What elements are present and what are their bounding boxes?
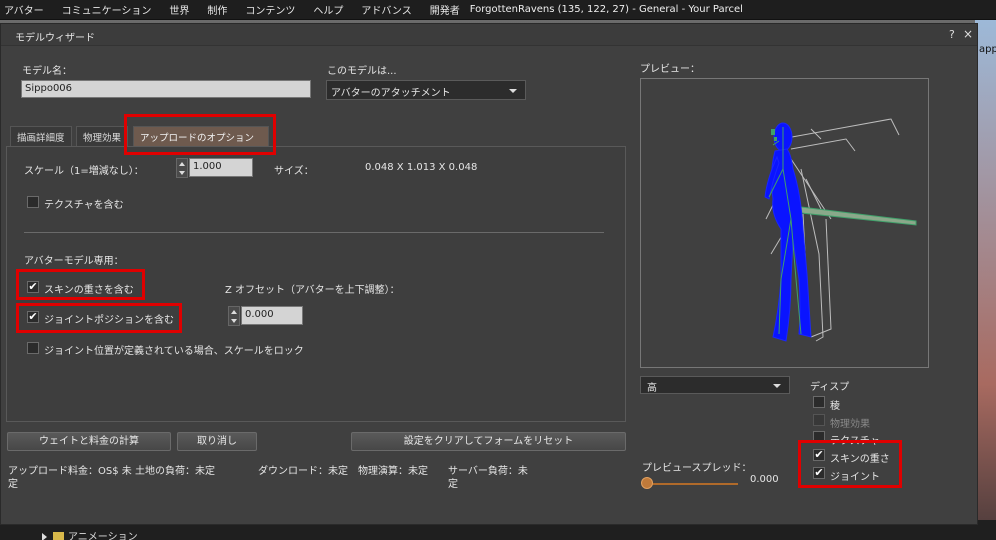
include-joint-positions-checkbox[interactable]: ✔ xyxy=(27,311,39,323)
model-name-input[interactable]: Sippo006 xyxy=(21,80,311,98)
model-name-label: モデル名： xyxy=(22,66,72,77)
window-title: モデルウィザード xyxy=(15,33,95,44)
tab-physics[interactable]: 物理効果 xyxy=(76,126,128,146)
calculate-weights-button[interactable]: ウェイトと料金の計算 xyxy=(7,432,171,451)
preview-spread-slider-handle[interactable] xyxy=(641,477,653,489)
size-label: サイズ： xyxy=(274,166,314,177)
folder-icon xyxy=(53,532,64,540)
lock-scale-checkbox[interactable] xyxy=(27,342,39,354)
z-offset-label: Z オフセット（アバターを上下調整）： xyxy=(225,285,400,296)
preview-spread-label: プレビュースプレッド： xyxy=(642,463,752,474)
menu-build[interactable]: 制作 xyxy=(207,2,227,17)
preview-skin-weight-label: スキンの重さ xyxy=(830,454,890,465)
preview-skin-weight-checkbox[interactable]: ✔ xyxy=(813,449,825,461)
scale-stepper[interactable] xyxy=(176,158,188,178)
tab-lod[interactable]: 描画詳細度 xyxy=(10,126,72,146)
download-status: ダウンロード：未定 xyxy=(258,466,348,477)
highlight-box xyxy=(124,114,276,155)
model-type-value: アバターのアタッチメント xyxy=(331,88,451,99)
top-menu-bar: アバター コミュニケーション 世界 制作 コンテンツ ヘルプ アドバンス 開発者… xyxy=(0,0,996,20)
stepper-up-icon[interactable] xyxy=(231,310,237,314)
preview-quality-value: 高 xyxy=(647,383,657,394)
world-view-strip xyxy=(975,20,996,540)
menu-communication[interactable]: コミュニケーション xyxy=(62,2,152,17)
upload-fee-status-cont: 定 xyxy=(8,479,18,490)
preview-spread-slider-track[interactable] xyxy=(644,483,738,485)
include-skin-weight-label: スキンの重さを含む xyxy=(44,285,134,296)
cancel-button[interactable]: 取り消し xyxy=(177,432,257,451)
z-offset-input[interactable]: 0.000 xyxy=(241,306,303,325)
physics-label: 物理効果 xyxy=(830,419,870,430)
chevron-down-icon xyxy=(509,89,517,93)
avatar-preview-image xyxy=(764,118,917,342)
model-type-dropdown[interactable]: アバターのアタッチメント xyxy=(326,80,526,100)
close-button[interactable]: × xyxy=(963,27,973,41)
background-text: app xyxy=(979,44,996,55)
section-divider xyxy=(24,232,604,233)
stepper-down-icon[interactable] xyxy=(179,171,185,175)
edges-checkbox[interactable] xyxy=(813,396,825,408)
model-preview-viewport[interactable] xyxy=(640,78,929,368)
include-textures-label: テクスチャを含む xyxy=(44,200,124,211)
include-joint-positions-label: ジョイントポジションを含む xyxy=(44,315,174,326)
preview-joints-label: ジョイント xyxy=(830,472,880,483)
preview-label: プレビュー： xyxy=(640,64,700,75)
lock-scale-label: ジョイント位置が定義されている場合、スケールをロック xyxy=(44,346,304,357)
avatar-section-label: アバターモデル専用： xyxy=(24,256,124,267)
location-readout[interactable]: ForgottenRavens (135, 122, 27) - General… xyxy=(470,4,743,15)
menu-world[interactable]: 世界 xyxy=(169,2,189,17)
preview-joints-checkbox[interactable]: ✔ xyxy=(813,467,825,479)
help-button[interactable]: ? xyxy=(949,28,955,41)
server-status-cont: 定 xyxy=(448,479,458,490)
scale-label: スケール（1=増減なし）： xyxy=(24,166,144,177)
stepper-down-icon[interactable] xyxy=(231,319,237,323)
z-offset-stepper[interactable] xyxy=(228,306,240,326)
menu-content[interactable]: コンテンツ xyxy=(245,2,295,17)
menu-help[interactable]: ヘルプ xyxy=(313,2,343,17)
chevron-down-icon xyxy=(773,384,781,388)
size-value: 0.048 X 1.013 X 0.048 xyxy=(365,162,478,173)
include-textures-checkbox[interactable] xyxy=(27,196,39,208)
preview-spread-value: 0.000 xyxy=(750,474,779,485)
preview-quality-dropdown[interactable]: 高 xyxy=(640,376,790,394)
model-type-label: このモデルは... xyxy=(327,66,397,77)
menu-avatar[interactable]: アバター xyxy=(4,2,44,17)
display-label: ディスプ xyxy=(810,382,850,393)
reset-form-button[interactable]: 設定をクリアしてフォームをリセット xyxy=(351,432,626,451)
physics-status: 物理演算：未定 xyxy=(358,466,428,477)
inventory-item-animation[interactable]: アニメーション xyxy=(42,528,138,540)
stepper-up-icon[interactable] xyxy=(179,162,185,166)
server-status: サーバー負荷：未 xyxy=(448,466,528,477)
menu-developer[interactable]: 開発者 xyxy=(430,2,460,17)
physics-checkbox[interactable] xyxy=(813,414,825,426)
include-skin-weight-checkbox[interactable]: ✔ xyxy=(27,281,39,293)
expand-arrow-icon[interactable] xyxy=(42,533,47,540)
scale-input[interactable]: 1.000 xyxy=(189,158,253,177)
inventory-item-label: アニメーション xyxy=(68,532,138,540)
upload-fee-status: アップロード料金：OS$ 未 土地の負荷：未定 xyxy=(8,466,215,477)
menu-advanced[interactable]: アドバンス xyxy=(361,2,411,17)
window-titlebar[interactable]: モデルウィザード ? × xyxy=(1,24,977,46)
edges-label: 稜 xyxy=(830,401,840,412)
